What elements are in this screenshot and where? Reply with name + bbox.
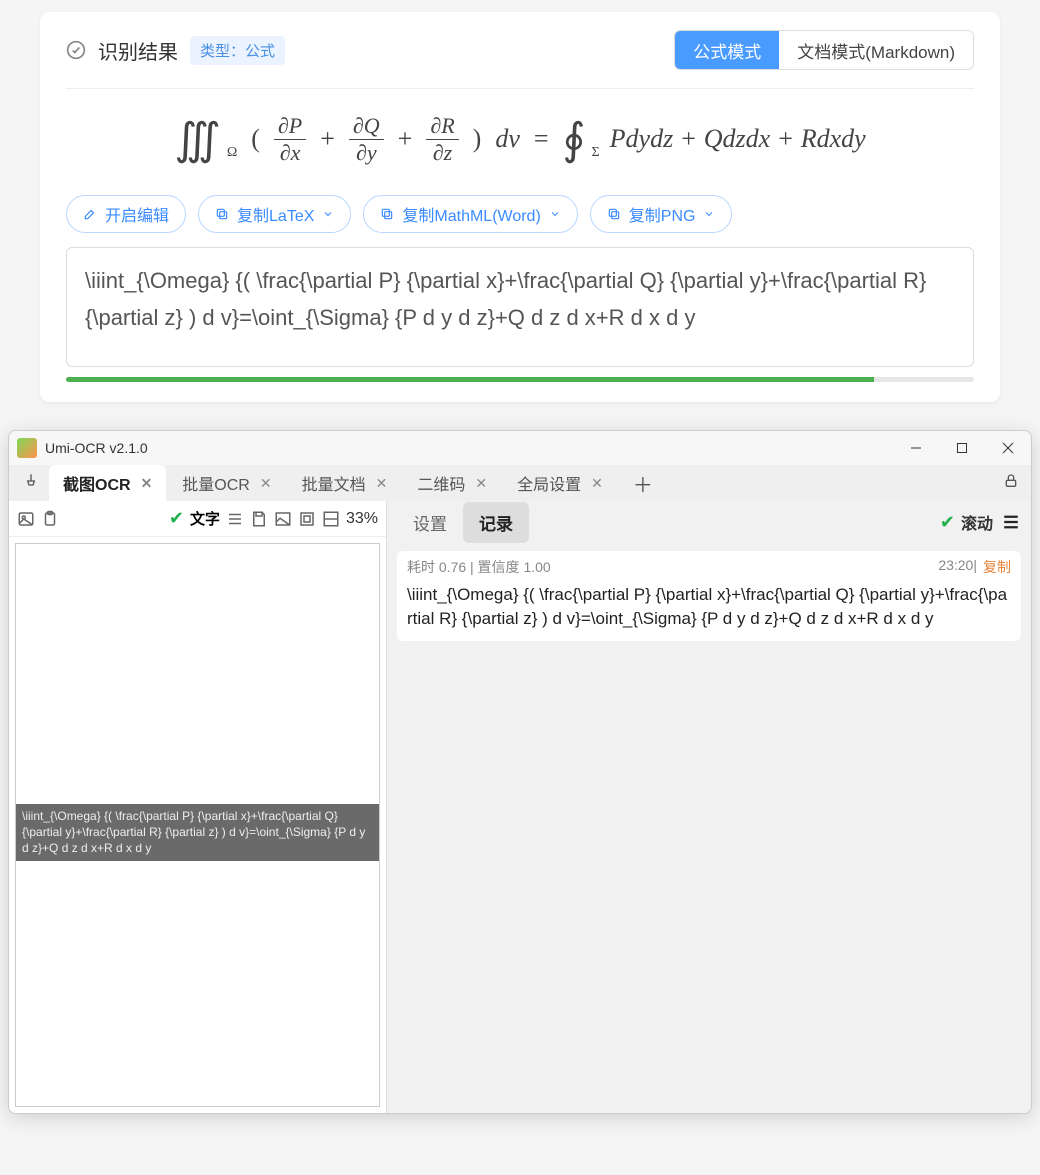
mode-toggle-group: 公式模式 文档模式(Markdown) [674,30,974,70]
frame-icon[interactable] [298,510,316,528]
closed-integral-icon: ∮ [563,114,586,165]
chip-value: 公式 [245,43,275,60]
image-icon[interactable] [17,510,35,528]
tab-qrcode[interactable]: 二维码 ✕ [403,465,501,501]
close-icon[interactable]: ✕ [376,475,388,492]
right-tab-settings[interactable]: 设置 [397,502,463,543]
copy-icon [215,207,229,221]
edit-label: 开启编辑 [105,202,169,226]
triple-integral-icon: ∭ [174,114,221,165]
copy-latex-button[interactable]: 复制LaTeX [198,195,351,233]
chevron-down-icon [703,208,715,220]
chevron-down-icon [322,208,334,220]
close-icon[interactable]: ✕ [260,475,272,492]
close-icon[interactable]: ✕ [141,475,153,492]
close-icon[interactable]: ✕ [475,475,487,492]
mode-markdown-button[interactable]: 文档模式(Markdown) [779,31,973,69]
result-copy-link[interactable]: 复制 [983,557,1011,577]
copy-mathml-button[interactable]: 复制MathML(Word) [363,195,577,233]
integral-subscript: Ω [227,145,237,161]
edit-button[interactable]: 开启编辑 [66,195,186,233]
dv-label: dv [495,124,520,154]
picture-icon[interactable] [274,510,292,528]
text-mode-label[interactable]: 文字 [190,508,220,529]
add-tab-button[interactable]: ＋ [619,469,667,498]
copy-png-button[interactable]: 复制PNG [590,195,733,233]
save-icon[interactable] [250,510,268,528]
result-time: 23:20 [938,557,973,577]
formula-rhs: Pdydz + Qdzdx + Rdxdy [610,124,866,154]
result-text[interactable]: \iiint_{\Omega} {( \frac{\partial P} {\p… [407,583,1011,631]
close-button[interactable] [985,431,1031,465]
canvas-ocr-overlay: \iiint_{\Omega} {( \frac{\partial P} {\p… [16,804,379,861]
edit-icon [83,207,97,221]
card-title: 识别结果 [98,36,178,65]
auto-scroll-toggle[interactable]: ✔ 滚动 [940,510,993,534]
copy-mathml-label: 复制MathML(Word) [402,202,540,226]
type-chip: 类型：公式 [190,36,285,65]
rendered-formula: ∭ Ω ( ∂P∂x + ∂Q∂y + ∂R∂z ) dv = ∮ Σ Pdyd… [66,89,974,189]
status-ok-icon: ✔ [169,508,184,529]
menu-icon[interactable] [1001,513,1021,531]
result-entry: 耗时 0.76 | 置信度 1.00 23:20 | 复制 \iiint_{\O… [397,551,1021,641]
window-titlebar[interactable]: Umi-OCR v2.1.0 [9,431,1031,465]
right-panel: 设置 记录 ✔ 滚动 耗时 0.76 | 置信度 1.00 23:20 | 复制… [387,501,1031,1113]
tab-batch-doc[interactable]: 批量文档 ✕ [288,465,402,501]
app-logo-icon [17,438,37,458]
right-toolbar: 设置 记录 ✔ 滚动 [387,501,1031,543]
window-tabbar: 截图OCR ✕ 批量OCR ✕ 批量文档 ✕ 二维码 ✕ 全局设置 ✕ ＋ [9,465,1031,501]
tab-batch-ocr[interactable]: 批量OCR ✕ [168,465,285,501]
umi-window: Umi-OCR v2.1.0 截图OCR ✕ 批量OCR ✕ 批量文档 ✕ 二维… [8,430,1032,1114]
left-toolbar: ✔ 文字 33% [9,501,386,537]
maximize-button[interactable] [939,431,985,465]
fraction-2: ∂Q∂y [349,115,384,164]
chevron-down-icon [549,208,561,220]
progress-bar [66,377,974,382]
window-title: Umi-OCR v2.1.0 [45,440,893,456]
paste-icon[interactable] [41,510,59,528]
fraction-3: ∂R∂z [426,115,458,164]
list-icon[interactable] [226,510,244,528]
full-icon[interactable] [322,510,340,528]
check-circle-icon [66,40,86,60]
left-panel: ✔ 文字 33% \iiint_{\Omega} {( \frac{\parti… [9,501,387,1113]
tab-screenshot-ocr[interactable]: 截图OCR ✕ [49,465,166,501]
copy-icon [380,207,394,221]
lock-icon[interactable] [991,473,1031,494]
copy-latex-label: 复制LaTeX [237,202,314,226]
tab-global-settings[interactable]: 全局设置 ✕ [503,465,617,501]
recognition-card: 识别结果 类型：公式 公式模式 文档模式(Markdown) ∭ Ω ( ∂P∂… [40,12,1000,402]
minimize-button[interactable] [893,431,939,465]
fraction-1: ∂P∂x [274,115,306,164]
card-header: 识别结果 类型：公式 公式模式 文档模式(Markdown) [66,30,974,89]
check-icon: ✔ [940,512,955,533]
preview-canvas[interactable]: \iiint_{\Omega} {( \frac{\partial P} {\p… [15,543,380,1107]
copy-icon [607,207,621,221]
mode-formula-button[interactable]: 公式模式 [675,31,779,69]
result-meta-left: 耗时 0.76 | 置信度 1.00 [407,557,551,577]
close-icon[interactable]: ✕ [591,475,603,492]
oint-subscript: Σ [591,145,599,161]
copy-png-label: 复制PNG [629,202,696,226]
latex-output-textarea[interactable]: \iiint_{\Omega} {( \frac{\partial P} {\p… [66,247,974,367]
zoom-level[interactable]: 33% [346,510,378,528]
chip-prefix: 类型： [200,43,245,60]
action-row: 开启编辑 复制LaTeX 复制MathML(Word) 复制PNG [66,195,974,233]
right-tab-log[interactable]: 记录 [463,502,529,543]
pin-icon[interactable] [15,473,47,494]
